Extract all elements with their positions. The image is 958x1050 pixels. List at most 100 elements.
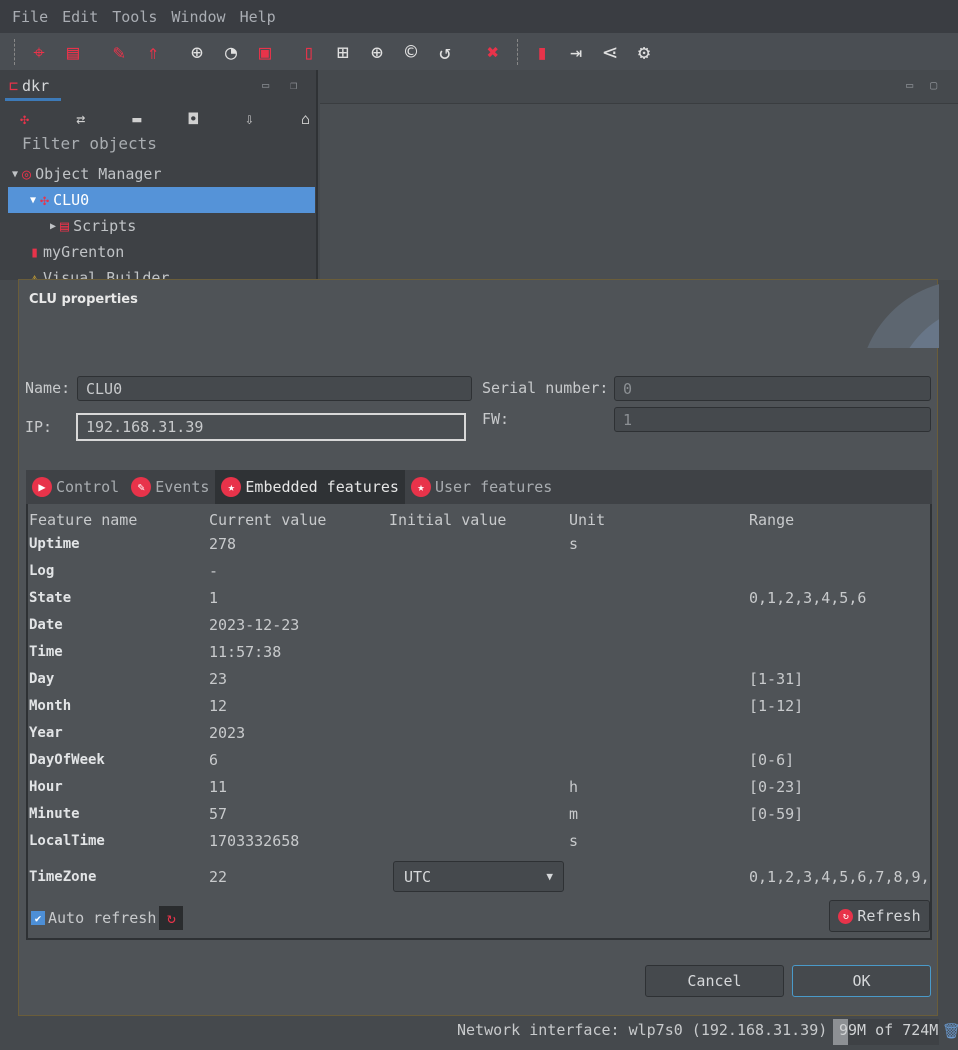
box-icon[interactable]: ◘	[189, 110, 198, 128]
fw-input[interactable]: 1	[614, 407, 931, 432]
table-row[interactable]: State 1 0,1,2,3,4,5,6	[28, 584, 928, 611]
minimize-icon[interactable]: ▭	[262, 78, 269, 92]
name-input[interactable]: CLU0	[77, 376, 472, 401]
clu-filter-icon[interactable]: ✣	[20, 110, 29, 128]
mobile-import-icon[interactable]: ⇥	[562, 38, 590, 66]
ip-input[interactable]: 192.168.31.39	[76, 413, 466, 441]
menu-help[interactable]: Help	[240, 8, 276, 26]
tab-events[interactable]: ✎ Events	[125, 470, 215, 504]
current-value: 6	[209, 750, 219, 769]
column-header: Initial value	[389, 510, 507, 529]
refresh-button[interactable]: ↻ Refresh	[829, 900, 930, 932]
checkbox-checked-icon: ✔	[31, 911, 45, 925]
restore-icon[interactable]: ❐	[290, 78, 297, 92]
search-object-icon[interactable]: ⌖	[25, 38, 53, 66]
tree-item-clu0[interactable]: ▼ ✣ CLU0	[8, 187, 315, 213]
tree-label: myGrenton	[43, 243, 125, 261]
ip-label: IP:	[25, 418, 53, 436]
table-row[interactable]: Uptime 278 s	[28, 530, 928, 557]
filter-input[interactable]: Filter objects	[22, 134, 157, 153]
name-label: Name:	[25, 379, 71, 397]
tab-control[interactable]: ▶ Control	[26, 470, 125, 504]
table-row[interactable]: Day 23 [1-31]	[28, 665, 928, 692]
feature-name: Uptime	[29, 535, 80, 552]
minimize-icon[interactable]: ▭	[906, 78, 913, 92]
tree-item-object-manager[interactable]: ▼ ◎ Object Manager	[12, 161, 162, 187]
memory-indicator[interactable]: 99M of 724M	[833, 1019, 939, 1045]
trash-icon[interactable]: 🗑	[942, 1022, 958, 1040]
features-table: Feature name Current value Initial value…	[26, 504, 932, 940]
unit-value: m	[569, 804, 579, 823]
dialog-banner-decoration	[867, 284, 939, 348]
module-icon[interactable]: ▬	[132, 110, 141, 128]
tab-dkr[interactable]: ⊏ dkr	[5, 73, 61, 101]
download-icon[interactable]: ⇩	[245, 110, 254, 128]
refresh-icon: ↻	[159, 906, 184, 930]
menu-edit[interactable]: Edit	[62, 8, 98, 26]
feature-name: Year	[29, 724, 63, 741]
memory-text: 99M of 724M	[839, 1021, 939, 1039]
fw-label: FW:	[482, 410, 510, 428]
table-row[interactable]: LocalTime 1703332658 s	[28, 827, 928, 854]
table-row[interactable]: Minute 57 m [0-59]	[28, 800, 928, 827]
copyright-object-icon[interactable]: ©	[397, 38, 425, 66]
home-icon[interactable]: ⌂	[301, 110, 310, 128]
serial-label: Serial number:	[482, 379, 609, 397]
mobile-sync-icon[interactable]: ↺	[431, 38, 459, 66]
mobile-refresh-icon[interactable]: ▯	[295, 38, 323, 66]
auto-refresh-label: Auto refresh	[48, 909, 157, 927]
add-script-icon[interactable]: ▣	[251, 38, 279, 66]
module-layout-icon[interactable]: ▤	[59, 38, 87, 66]
table-row[interactable]: Date 2023-12-23	[28, 611, 928, 638]
tree-label: Object Manager	[35, 165, 162, 183]
feature-name: Month	[29, 697, 72, 714]
feature-name: Date	[29, 616, 63, 633]
menu-tools[interactable]: Tools	[112, 8, 157, 26]
delete-icon[interactable]: ✖	[479, 38, 507, 66]
feature-name: Hour	[29, 778, 63, 795]
events-icon: ✎	[131, 477, 152, 497]
table-row[interactable]: Year 2023	[28, 719, 928, 746]
range-value: 0,1,2,3,4,5,6	[749, 588, 867, 607]
star-icon: ★	[221, 477, 242, 497]
column-header: Range	[749, 510, 795, 529]
table-row[interactable]: Log -	[28, 557, 928, 584]
auto-refresh-checkbox[interactable]: ✔ Auto refresh ↻	[31, 906, 184, 930]
current-value: 57	[209, 804, 228, 823]
share-icon[interactable]: ⋖	[596, 38, 624, 66]
unit-value: s	[569, 534, 579, 553]
column-header: Feature name	[29, 510, 138, 529]
add-object-icon[interactable]: ⊕	[183, 38, 211, 66]
table-row[interactable]: Hour 11 h [0-23]	[28, 773, 928, 800]
feature-name: LocalTime	[29, 832, 105, 849]
gear-icon[interactable]: ⚙	[630, 38, 658, 66]
tab-bar: ▶ Control ✎ Events ★ Embedded features ★ Use…	[26, 470, 932, 504]
range-value: [0-23]	[749, 777, 804, 796]
add-container-icon[interactable]: ⊕	[363, 38, 391, 66]
tree-item-mygrenton[interactable]: ▮ myGrenton	[30, 239, 124, 265]
upload-arrows-icon[interactable]: ⇑	[139, 38, 167, 66]
table-row[interactable]: DayOfWeek 6 [0-6]	[28, 746, 928, 773]
cancel-button[interactable]: Cancel	[645, 965, 784, 997]
menu-window[interactable]: Window	[171, 8, 225, 26]
mobile-icon: ▮	[30, 243, 40, 261]
clock-icon[interactable]: ◔	[217, 38, 245, 66]
maximize-icon[interactable]: ▢	[930, 78, 937, 92]
object-tree-icon[interactable]: ⊞	[329, 38, 357, 66]
tab-embedded-features[interactable]: ★ Embedded features	[215, 470, 405, 504]
ok-button[interactable]: OK	[792, 965, 931, 997]
table-row-timezone[interactable]: TimeZone 22 UTC ▼ 0,1,2,3,4,5,6,7,8,9,	[28, 861, 930, 893]
add-mobile-icon[interactable]: ▮	[528, 38, 556, 66]
menu-file[interactable]: File	[12, 8, 48, 26]
swap-icon[interactable]: ⇄	[76, 110, 85, 128]
feature-name: Minute	[29, 805, 80, 822]
range-value: [1-12]	[749, 696, 804, 715]
pin-edit-icon[interactable]: ✎	[105, 38, 133, 66]
timezone-select[interactable]: UTC ▼	[393, 861, 564, 892]
tab-user-features[interactable]: ★ User features	[405, 470, 558, 504]
serial-input[interactable]: 0	[614, 376, 931, 401]
table-row[interactable]: Time 11:57:38	[28, 638, 928, 665]
tree-item-scripts[interactable]: ▶ ▤ Scripts	[50, 213, 136, 239]
unit-value: s	[569, 831, 579, 850]
table-row[interactable]: Month 12 [1-12]	[28, 692, 928, 719]
